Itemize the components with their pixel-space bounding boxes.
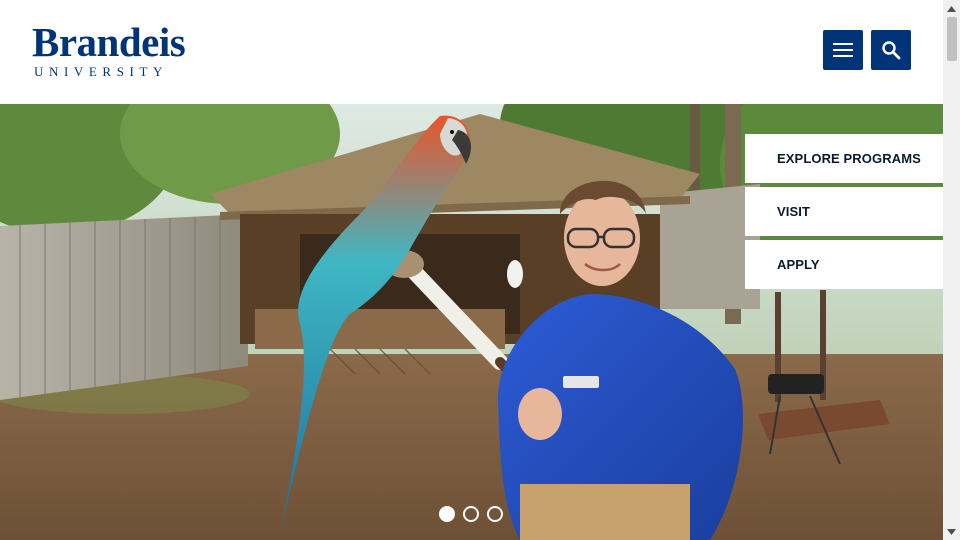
carousel-dot-2[interactable] [463,506,479,522]
carousel-dot-1[interactable] [439,506,455,522]
chevron-up-icon [947,5,956,12]
search-button[interactable] [871,30,911,70]
menu-button[interactable] [823,30,863,70]
carousel-dots [439,506,503,522]
hamburger-icon [833,43,853,57]
page: Brandeis UNIVERSITY EXPLORE PROGRAMS VIS… [0,0,960,540]
scrollbar[interactable] [943,0,960,540]
scrollbar-thumb[interactable] [947,17,957,61]
logo-subtitle: UNIVERSITY [34,64,168,79]
visit-link[interactable]: VISIT [745,187,943,236]
apply-link[interactable]: APPLY [745,240,943,289]
scroll-down-arrow[interactable] [943,523,960,540]
brandeis-logo[interactable]: Brandeis UNIVERSITY [32,22,194,80]
site-header: Brandeis UNIVERSITY [0,0,943,104]
search-icon [882,41,901,60]
carousel-dot-3[interactable] [487,506,503,522]
explore-programs-link[interactable]: EXPLORE PROGRAMS [745,134,943,183]
logo-wordmark: Brandeis [32,19,186,65]
scroll-up-arrow[interactable] [943,0,960,17]
quick-links: EXPLORE PROGRAMS VISIT APPLY [745,134,943,293]
chevron-down-icon [947,528,956,535]
